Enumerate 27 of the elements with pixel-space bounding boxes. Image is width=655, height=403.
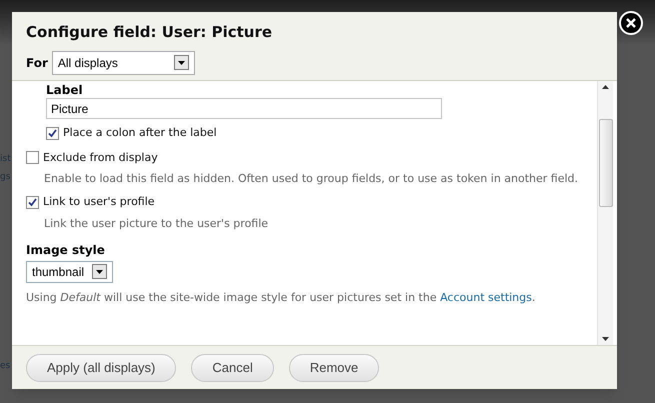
checkbox[interactable] (26, 151, 39, 164)
check-icon (48, 128, 57, 138)
checkbox[interactable] (26, 196, 39, 209)
help-text: Using Default will use the site-wide image style for user pictures set in the Account settings. (26, 290, 536, 306)
check-icon (28, 198, 37, 207)
checkbox-label: Place a colon after the label (63, 125, 217, 141)
dialog-title: Configure field: User: Picture (26, 22, 274, 43)
image-style-select[interactable]: thumbnail (26, 260, 113, 282)
dialog-button[interactable]: Apply (all displays) (26, 354, 176, 382)
scroll-down-icon[interactable] (602, 337, 609, 341)
dialog-button[interactable]: Cancel (191, 354, 274, 382)
account-settings-link[interactable]: Account settings (440, 290, 532, 304)
scrollbar[interactable] (597, 81, 613, 345)
for-label: For (26, 54, 48, 72)
checkbox[interactable] (46, 126, 59, 140)
scroll-thumb[interactable] (598, 119, 612, 207)
close-icon (626, 18, 636, 28)
option-description: Link the user picture to the user's profile (43, 216, 270, 230)
image-style-heading: Image style (26, 242, 106, 258)
checkbox-label: Link to user's profile (43, 194, 155, 210)
dialog-button[interactable]: Remove (288, 354, 380, 382)
checkbox-label: Exclude from display (43, 150, 158, 166)
label-heading: Label (46, 82, 84, 98)
display-select[interactable]: All displays (52, 50, 195, 74)
option-description: Enable to load this field as hidden. Often used to group fields, or to use as token in another field. (43, 171, 580, 186)
scroll-up-icon[interactable] (602, 85, 609, 89)
label-input[interactable]: Picture (46, 98, 442, 119)
